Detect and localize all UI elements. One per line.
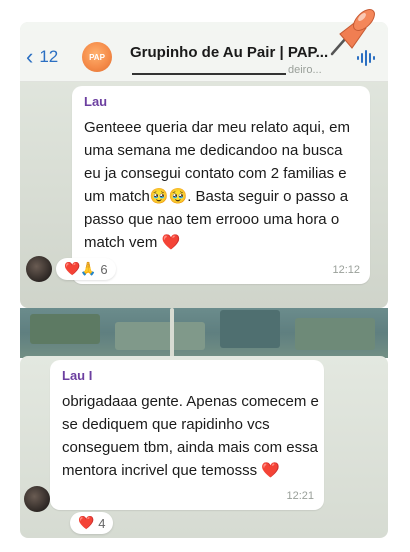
reaction-pill[interactable]: ❤️ 4	[70, 512, 114, 534]
sender-name: Lau	[84, 94, 108, 109]
group-avatar-label: PAP	[89, 52, 105, 62]
avatar[interactable]	[26, 256, 52, 282]
unread-count: 12	[39, 47, 59, 66]
reaction-count: 6	[100, 261, 108, 277]
reaction-emojis: ❤️🙏	[64, 261, 97, 276]
chat-screenshot-bottom: Lau I obrigadaaa gente. Apenas comecem e…	[20, 356, 388, 538]
chevron-left-icon: ‹	[26, 44, 34, 69]
group-subtitle: deiro...	[288, 64, 322, 76]
aerial-map-background	[20, 308, 388, 358]
message-bubble[interactable]: Lau I obrigadaaa gente. Apenas comecem e…	[50, 360, 324, 510]
back-button[interactable]: ‹ 12	[26, 46, 58, 68]
group-avatar[interactable]: PAP	[82, 42, 112, 72]
group-title[interactable]: Grupinho de Au Pair | PAP...	[130, 44, 328, 61]
avatar[interactable]	[24, 486, 50, 512]
pushpin-icon	[330, 9, 375, 56]
message-text: obrigadaaa gente. Apenas comecem e se de…	[62, 393, 319, 479]
sender-name: Lau I	[62, 368, 93, 383]
message-text: Genteee queria dar meu relato aqui, em u…	[84, 119, 350, 251]
message-time: 12:12	[332, 264, 360, 276]
reaction-emojis: ❤️	[78, 515, 95, 530]
title-underline	[132, 73, 286, 75]
screenshot-collage: ‹ 12 PAP Grupinho de Au Pair | PAP... de…	[0, 0, 410, 552]
message-bubble[interactable]: Lau Genteee queria dar meu relato aqui, …	[72, 86, 370, 284]
reaction-count: 4	[98, 515, 106, 531]
reaction-pill[interactable]: ❤️🙏 6	[56, 258, 116, 280]
message-time: 12:21	[286, 490, 314, 502]
